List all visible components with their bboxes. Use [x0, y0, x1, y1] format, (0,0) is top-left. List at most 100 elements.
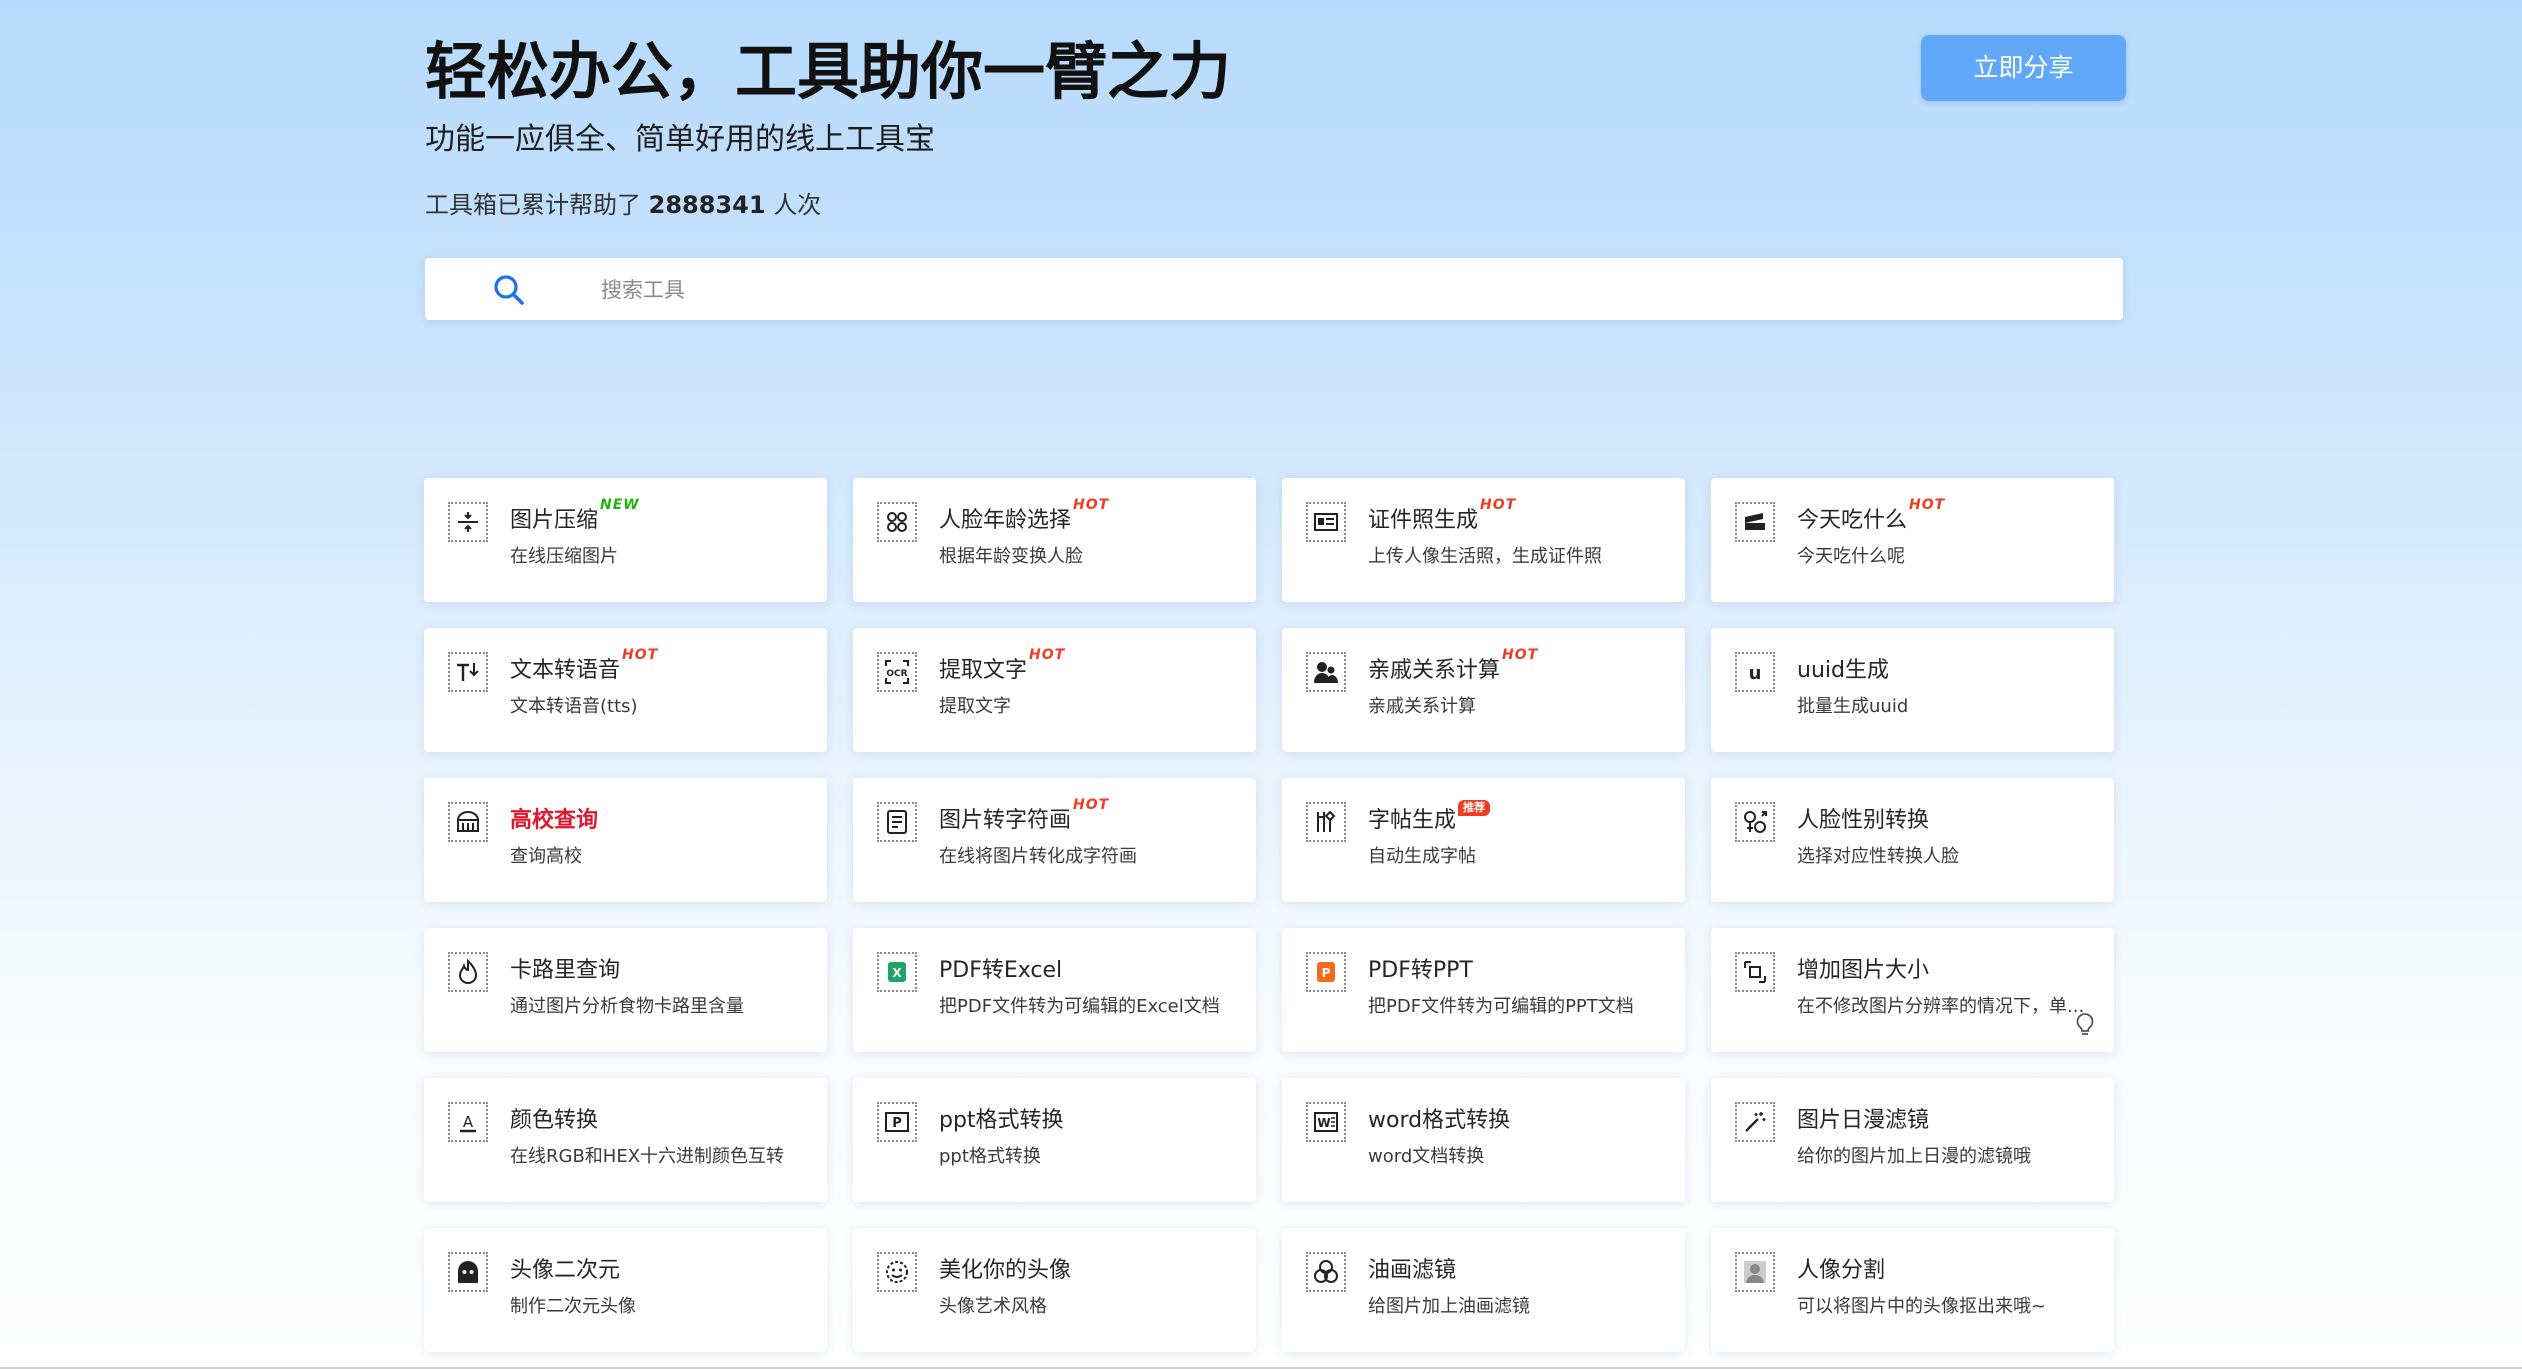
tool-card[interactable]: 图片压缩 NEW 在线压缩图片: [424, 478, 827, 602]
tool-card[interactable]: 文本转语音 HOT 文本转语音(tts): [424, 628, 827, 752]
portrait-segment-icon: [1735, 1252, 1775, 1292]
tool-name: 颜色转换: [510, 1106, 598, 1136]
tool-name: 油画滤镜: [1368, 1256, 1456, 1286]
search-icon[interactable]: [492, 273, 526, 307]
svg-text:P: P: [1322, 966, 1331, 980]
tool-name: 提取文字 HOT: [939, 648, 1064, 686]
svg-text:OCR: OCR: [886, 669, 907, 679]
anime-avatar-icon: [448, 1252, 488, 1292]
tool-description: 头像艺术风格: [939, 1296, 1047, 1317]
tool-name: 图片日漫滤镜: [1797, 1106, 1929, 1136]
tool-name-label: uuid生成: [1797, 658, 1889, 683]
counter-suffix: 人次: [773, 191, 822, 219]
tool-card[interactable]: A 颜色转换 在线RGB和HEX十六进制颜色互转: [424, 1078, 827, 1202]
tool-name-label: PDF转PPT: [1368, 958, 1473, 983]
text-to-speech-icon: [448, 652, 488, 692]
help-counter: 工具箱已累计帮助了 2888341 人次: [425, 188, 821, 222]
tool-card[interactable]: Wword格式转换 word文档转换: [1282, 1078, 1685, 1202]
tool-card[interactable]: 高校查询 查询高校: [424, 778, 827, 902]
tool-card[interactable]: 增加图片大小 在不修改图片分辨率的情况下，单...: [1711, 928, 2114, 1052]
tool-name: 美化你的头像: [939, 1256, 1071, 1286]
lightbulb-icon[interactable]: [2074, 1012, 2096, 1038]
tool-name: 字帖生成 推荐: [1368, 800, 1491, 836]
tool-card[interactable]: 今天吃什么 HOT 今天吃什么呢: [1711, 478, 2114, 602]
tool-description: 在线压缩图片: [510, 546, 618, 567]
tool-name-label: 油画滤镜: [1368, 1258, 1457, 1283]
tool-name-label: 卡路里查询: [510, 958, 621, 983]
tool-card[interactable]: 人像分割 可以将图片中的头像抠出来哦~: [1711, 1228, 2114, 1352]
tool-description: 通过图片分析食物卡路里含量: [510, 996, 744, 1017]
tool-description: 批量生成uuid: [1797, 696, 1909, 717]
tool-description: 自动生成字帖: [1368, 846, 1476, 867]
tool-description: 提取文字: [939, 696, 1011, 717]
tool-name: ppt格式转换: [939, 1106, 1064, 1136]
counter-value: 2888341: [648, 191, 766, 219]
page-title: 轻松办公，工具助你一臂之力: [425, 35, 1232, 108]
tool-card[interactable]: P PDF转PPT 把PDF文件转为可编辑的PPT文档: [1282, 928, 1685, 1052]
tool-name: 图片转字符画 HOT: [939, 798, 1108, 836]
svg-text:P: P: [892, 1116, 902, 1131]
tool-card[interactable]: 亲戚关系计算 HOT 亲戚关系计算: [1282, 628, 1685, 752]
copybook-icon: [1306, 802, 1346, 842]
share-button[interactable]: 立即分享: [1921, 35, 2126, 101]
tool-badge: HOT: [1073, 497, 1110, 513]
word-icon: W: [1306, 1102, 1346, 1142]
tool-name-label: 证件照生成: [1368, 508, 1479, 533]
oil-painting-icon: [1306, 1252, 1346, 1292]
tool-card[interactable]: 人脸性别转换 选择对应性转换人脸: [1711, 778, 2114, 902]
svg-text:A: A: [463, 1113, 474, 1131]
tool-name-label: 人脸年龄选择: [939, 508, 1072, 533]
tool-description: 在线将图片转化成字符画: [939, 846, 1137, 867]
compress-icon: [448, 502, 488, 542]
tool-name-label: 亲戚关系计算: [1368, 658, 1501, 683]
tool-card[interactable]: 图片转字符画 HOT 在线将图片转化成字符画: [853, 778, 1256, 902]
tool-name: 图片压缩 NEW: [510, 498, 639, 536]
tool-card[interactable]: 卡路里查询通过图片分析食物卡路里含量: [424, 928, 827, 1052]
tool-card[interactable]: 油画滤镜 给图片加上油画滤镜: [1282, 1228, 1685, 1352]
tool-name-label: 今天吃什么: [1797, 508, 1908, 533]
svg-text:W: W: [1317, 1116, 1330, 1130]
tool-card[interactable]: Pppt格式转换 ppt格式转换: [853, 1078, 1256, 1202]
face-age-icon: [877, 502, 917, 542]
tool-card[interactable]: OCR 提取文字 HOT 提取文字: [853, 628, 1256, 752]
tool-card[interactable]: X PDF转Excel 把PDF文件转为可编辑的Excel文档: [853, 928, 1256, 1052]
tool-badge: NEW: [600, 497, 640, 513]
tool-name: 头像二次元: [510, 1256, 620, 1286]
tool-description: 把PDF文件转为可编辑的Excel文档: [939, 996, 1220, 1017]
svg-text:u: u: [1749, 663, 1762, 684]
tool-name-label: 文本转语音: [510, 658, 621, 683]
tool-card[interactable]: 美化你的头像头像艺术风格: [853, 1228, 1256, 1352]
tool-card[interactable]: u uuid生成批量生成uuid: [1711, 628, 2114, 752]
tool-description: 今天吃什么呢: [1797, 546, 1905, 567]
pdf-excel-icon: X: [877, 952, 917, 992]
tool-name-label: 高校查询: [510, 808, 599, 833]
image-resize-icon: [1735, 952, 1775, 992]
tool-description: 查询高校: [510, 846, 582, 867]
university-icon: [448, 802, 488, 842]
anime-filter-icon: [1735, 1102, 1775, 1142]
tool-card[interactable]: 证件照生成 HOT 上传人像生活照，生成证件照: [1282, 478, 1685, 602]
tool-description: 制作二次元头像: [510, 1296, 636, 1317]
food-icon: [1735, 502, 1775, 542]
tool-name-label: 图片转字符画: [939, 808, 1072, 833]
tool-description: 可以将图片中的头像抠出来哦~: [1797, 1296, 2047, 1317]
gender-swap-icon: [1735, 802, 1775, 842]
color-convert-icon: A: [448, 1102, 488, 1142]
tool-name: 增加图片大小: [1797, 956, 1929, 986]
tool-name: 高校查询: [510, 806, 598, 836]
tool-name: 证件照生成 HOT: [1368, 498, 1515, 536]
search-bar[interactable]: [425, 258, 2123, 322]
tool-card[interactable]: 头像二次元制作二次元头像: [424, 1228, 827, 1352]
tool-description: 给你的图片加上日漫的滤镜哦: [1797, 1146, 2031, 1167]
tool-name: 今天吃什么 HOT: [1797, 498, 1944, 536]
tool-card[interactable]: 字帖生成 推荐自动生成字帖: [1282, 778, 1685, 902]
search-input[interactable]: [599, 258, 2083, 322]
tool-name: 人脸年龄选择 HOT: [939, 498, 1108, 536]
tool-badge: HOT: [1480, 497, 1517, 513]
tool-card[interactable]: 人脸年龄选择 HOT 根据年龄变换人脸: [853, 478, 1256, 602]
tool-name-label: 图片压缩: [510, 508, 599, 533]
tool-badge: HOT: [622, 647, 659, 663]
ppt-icon: P: [877, 1102, 917, 1142]
relatives-icon: [1306, 652, 1346, 692]
tool-card[interactable]: 图片日漫滤镜给你的图片加上日漫的滤镜哦: [1711, 1078, 2114, 1202]
